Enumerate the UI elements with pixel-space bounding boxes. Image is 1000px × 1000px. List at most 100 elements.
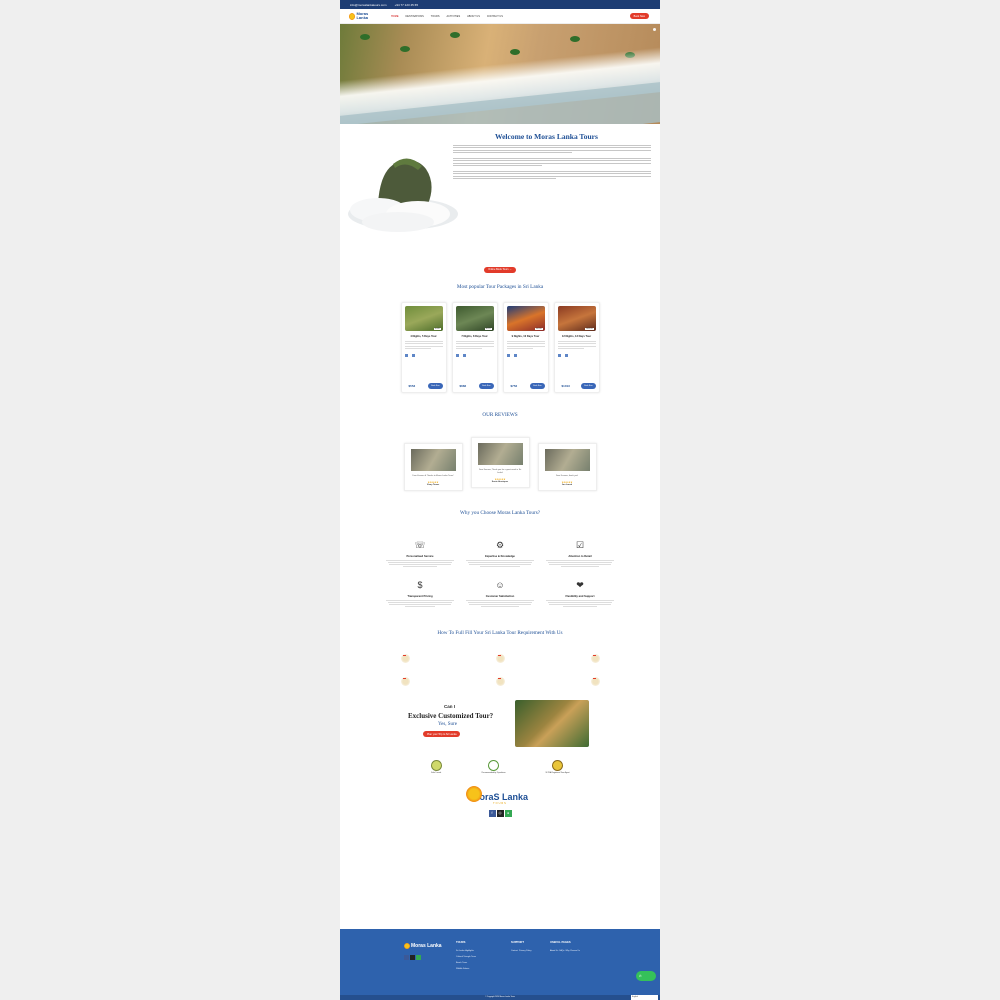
- language-selector[interactable]: English: [631, 995, 658, 1000]
- review-text: Dear Kumara, Thank you for a great week …: [478, 469, 522, 474]
- book-now-button[interactable]: Book Now: [629, 13, 649, 19]
- reviews-heading: OUR REVIEWS: [482, 412, 518, 418]
- nav-menu: Home Destinations Tours Activities About…: [391, 15, 503, 18]
- why-heading: Why you Choose Moras Lanka Tours?: [459, 509, 541, 516]
- package-title[interactable]: 12 Nights, 13 Days Tour: [558, 335, 596, 338]
- why-item: ⚙ Expertise & Knowledge: [466, 539, 534, 569]
- tripadvisor-icon[interactable]: [416, 955, 421, 960]
- packages-section: Most popular Tour Packages in Sri Lanka …: [340, 284, 660, 393]
- step-item: 03: [548, 650, 643, 668]
- package-image[interactable]: 10D/9N: [506, 306, 545, 331]
- social-links: f ◎ ●: [340, 810, 660, 818]
- why-item: $ Transparent Pricing: [386, 579, 454, 609]
- slider-dot[interactable]: [653, 28, 656, 31]
- email-text[interactable]: info@moraslankatours.com: [350, 3, 387, 7]
- satisfaction-icon: ☺: [495, 579, 505, 590]
- review-photo: [544, 449, 590, 471]
- footer-logo[interactable]: Moras Lanka: [404, 943, 442, 960]
- calendar-icon: [506, 353, 510, 357]
- package-meta: [557, 353, 596, 357]
- custom-tour-section: Can I Exclusive Customized Tour? Yes, Su…: [340, 700, 660, 756]
- footer-tours-column: TOURS Sri Lanka Highlights Cultural Tria…: [456, 941, 476, 970]
- facebook-icon[interactable]: [404, 955, 409, 960]
- package-card[interactable]: 5D/4N 4 Nights, 5 Days Tour $553 Book Now: [400, 302, 447, 393]
- welcome-paragraph-1: [453, 144, 651, 154]
- book-now-button[interactable]: Book Now: [428, 383, 443, 389]
- why-grid: ☏ Personalised Service ⚙ Expertise & Kno…: [340, 539, 660, 609]
- expert-icon: ⚙: [495, 539, 505, 550]
- package-price: $752: [510, 384, 518, 388]
- package-image[interactable]: 13D/12N: [557, 306, 596, 331]
- custom-yes-text: Yes, Sure: [438, 722, 457, 728]
- package-description: [506, 341, 545, 349]
- calendar-icon: [455, 353, 459, 357]
- welcome-section: Welcome to Moras Lanka Tours: [340, 124, 660, 244]
- steps-heading: How To Full Fill Your Sri Lanka Tour Req…: [437, 630, 563, 637]
- package-title[interactable]: 4 Nights, 5 Days Tour: [405, 335, 443, 338]
- certification-badges: Safe Travels Recommended by Tripadvisor …: [340, 760, 660, 774]
- package-description: [404, 341, 443, 349]
- book-now-button[interactable]: Book Now: [530, 383, 545, 389]
- badge-item: SLTDA Registered Tour Agent: [546, 760, 569, 774]
- reviewer-name: Sonia Henriques: [491, 480, 509, 483]
- step-item: 05: [453, 673, 548, 691]
- package-price: $553: [408, 384, 416, 388]
- instagram-icon[interactable]: [410, 955, 415, 960]
- website-page: info@moraslankatours.com +94 77 123 45 6…: [340, 0, 660, 1000]
- package-description: [455, 341, 494, 349]
- plan-trip-button[interactable]: Plan your Trip to Sri Lanka: [423, 731, 461, 738]
- nav-item-about[interactable]: About Us: [467, 15, 480, 18]
- book-now-button[interactable]: Book Now: [581, 383, 596, 389]
- online-book-tours-button[interactable]: Online Book Tours →: [484, 266, 516, 273]
- review-photo: [410, 449, 456, 471]
- step-item: 04: [358, 673, 453, 691]
- palm-tree: [570, 36, 580, 42]
- tripadvisor-icon[interactable]: ●: [504, 810, 512, 818]
- calendar-icon: [557, 353, 561, 357]
- why-section: Why you Choose Moras Lanka Tours? ☏ Pers…: [340, 510, 660, 609]
- palm-tree: [450, 32, 460, 38]
- group-icon: [411, 353, 415, 357]
- nav-item-activities[interactable]: Activities: [447, 15, 461, 18]
- why-item: ☏ Personalised Service: [386, 539, 454, 569]
- package-image[interactable]: 5D/4N: [404, 306, 443, 331]
- book-now-button[interactable]: Book Now: [479, 383, 494, 389]
- site-logo[interactable]: Moras Lanka: [349, 12, 379, 20]
- large-logo: MoraS Lanka TOURS f ◎ ●: [340, 786, 660, 818]
- steps-section: How To Full Fill Your Sri Lanka Tour Req…: [340, 630, 660, 691]
- logo-text: Moras Lanka: [356, 11, 369, 20]
- group-icon: [462, 353, 466, 357]
- welcome-paragraph-2: [453, 157, 651, 167]
- whatsapp-chat-button[interactable]: ✆: [636, 971, 656, 981]
- review-text: Dear Kumara, thank you!: [555, 475, 579, 477]
- nav-item-tours[interactable]: Tours: [431, 15, 440, 18]
- badge-item: Recommended by Tripadvisor: [482, 760, 506, 774]
- facebook-icon[interactable]: f: [488, 810, 496, 818]
- package-card[interactable]: 10D/9N 9 Nights, 10 Days Tour $752 Book N…: [502, 302, 549, 393]
- packages-list: 5D/4N 4 Nights, 5 Days Tour $553 Book Now…: [340, 302, 660, 393]
- welcome-paragraph-3: [453, 170, 651, 180]
- review-card: Dear Kumara & Thanks to Moras Lanka Tour…: [403, 443, 463, 491]
- leopard-image: [515, 700, 589, 748]
- package-card[interactable]: 13D/12N 12 Nights, 13 Days Tour $1013 Boo…: [553, 302, 600, 393]
- footer-useful-column: USEFUL PAGES About Us FAQs Why Choose Us: [550, 941, 580, 952]
- nav-item-home[interactable]: Home: [391, 15, 399, 18]
- nav-item-destinations[interactable]: Destinations: [406, 15, 424, 18]
- custom-can-text: Can I: [444, 704, 456, 710]
- nav-item-contact[interactable]: Contact Us: [487, 15, 503, 18]
- welcome-title: Welcome to Moras Lanka Tours: [495, 132, 598, 141]
- package-card[interactable]: 8D/7N 7 Nights, 8 Days Tour $682 Book Now: [451, 302, 498, 393]
- why-item: ☑ Attention to Detail: [546, 539, 614, 569]
- copyright-bar: © Copyright 2024 Moras Lanka Tours: [340, 995, 660, 1000]
- tripadvisor-badge-icon: [488, 760, 500, 772]
- package-image[interactable]: 8D/7N: [455, 306, 494, 331]
- package-title[interactable]: 7 Nights, 8 Days Tour: [456, 335, 494, 338]
- top-bar: info@moraslankatours.com +94 77 123 45 6…: [340, 0, 660, 9]
- reviewer-name: Vinay Tomar: [426, 483, 440, 486]
- phone-text[interactable]: +94 77 123 45 65: [395, 3, 418, 7]
- instagram-icon[interactable]: ◎: [496, 810, 504, 818]
- group-icon: [564, 353, 568, 357]
- package-price: $1013: [561, 384, 570, 388]
- package-title[interactable]: 9 Nights, 10 Days Tour: [507, 335, 545, 338]
- package-price: $682: [459, 384, 467, 388]
